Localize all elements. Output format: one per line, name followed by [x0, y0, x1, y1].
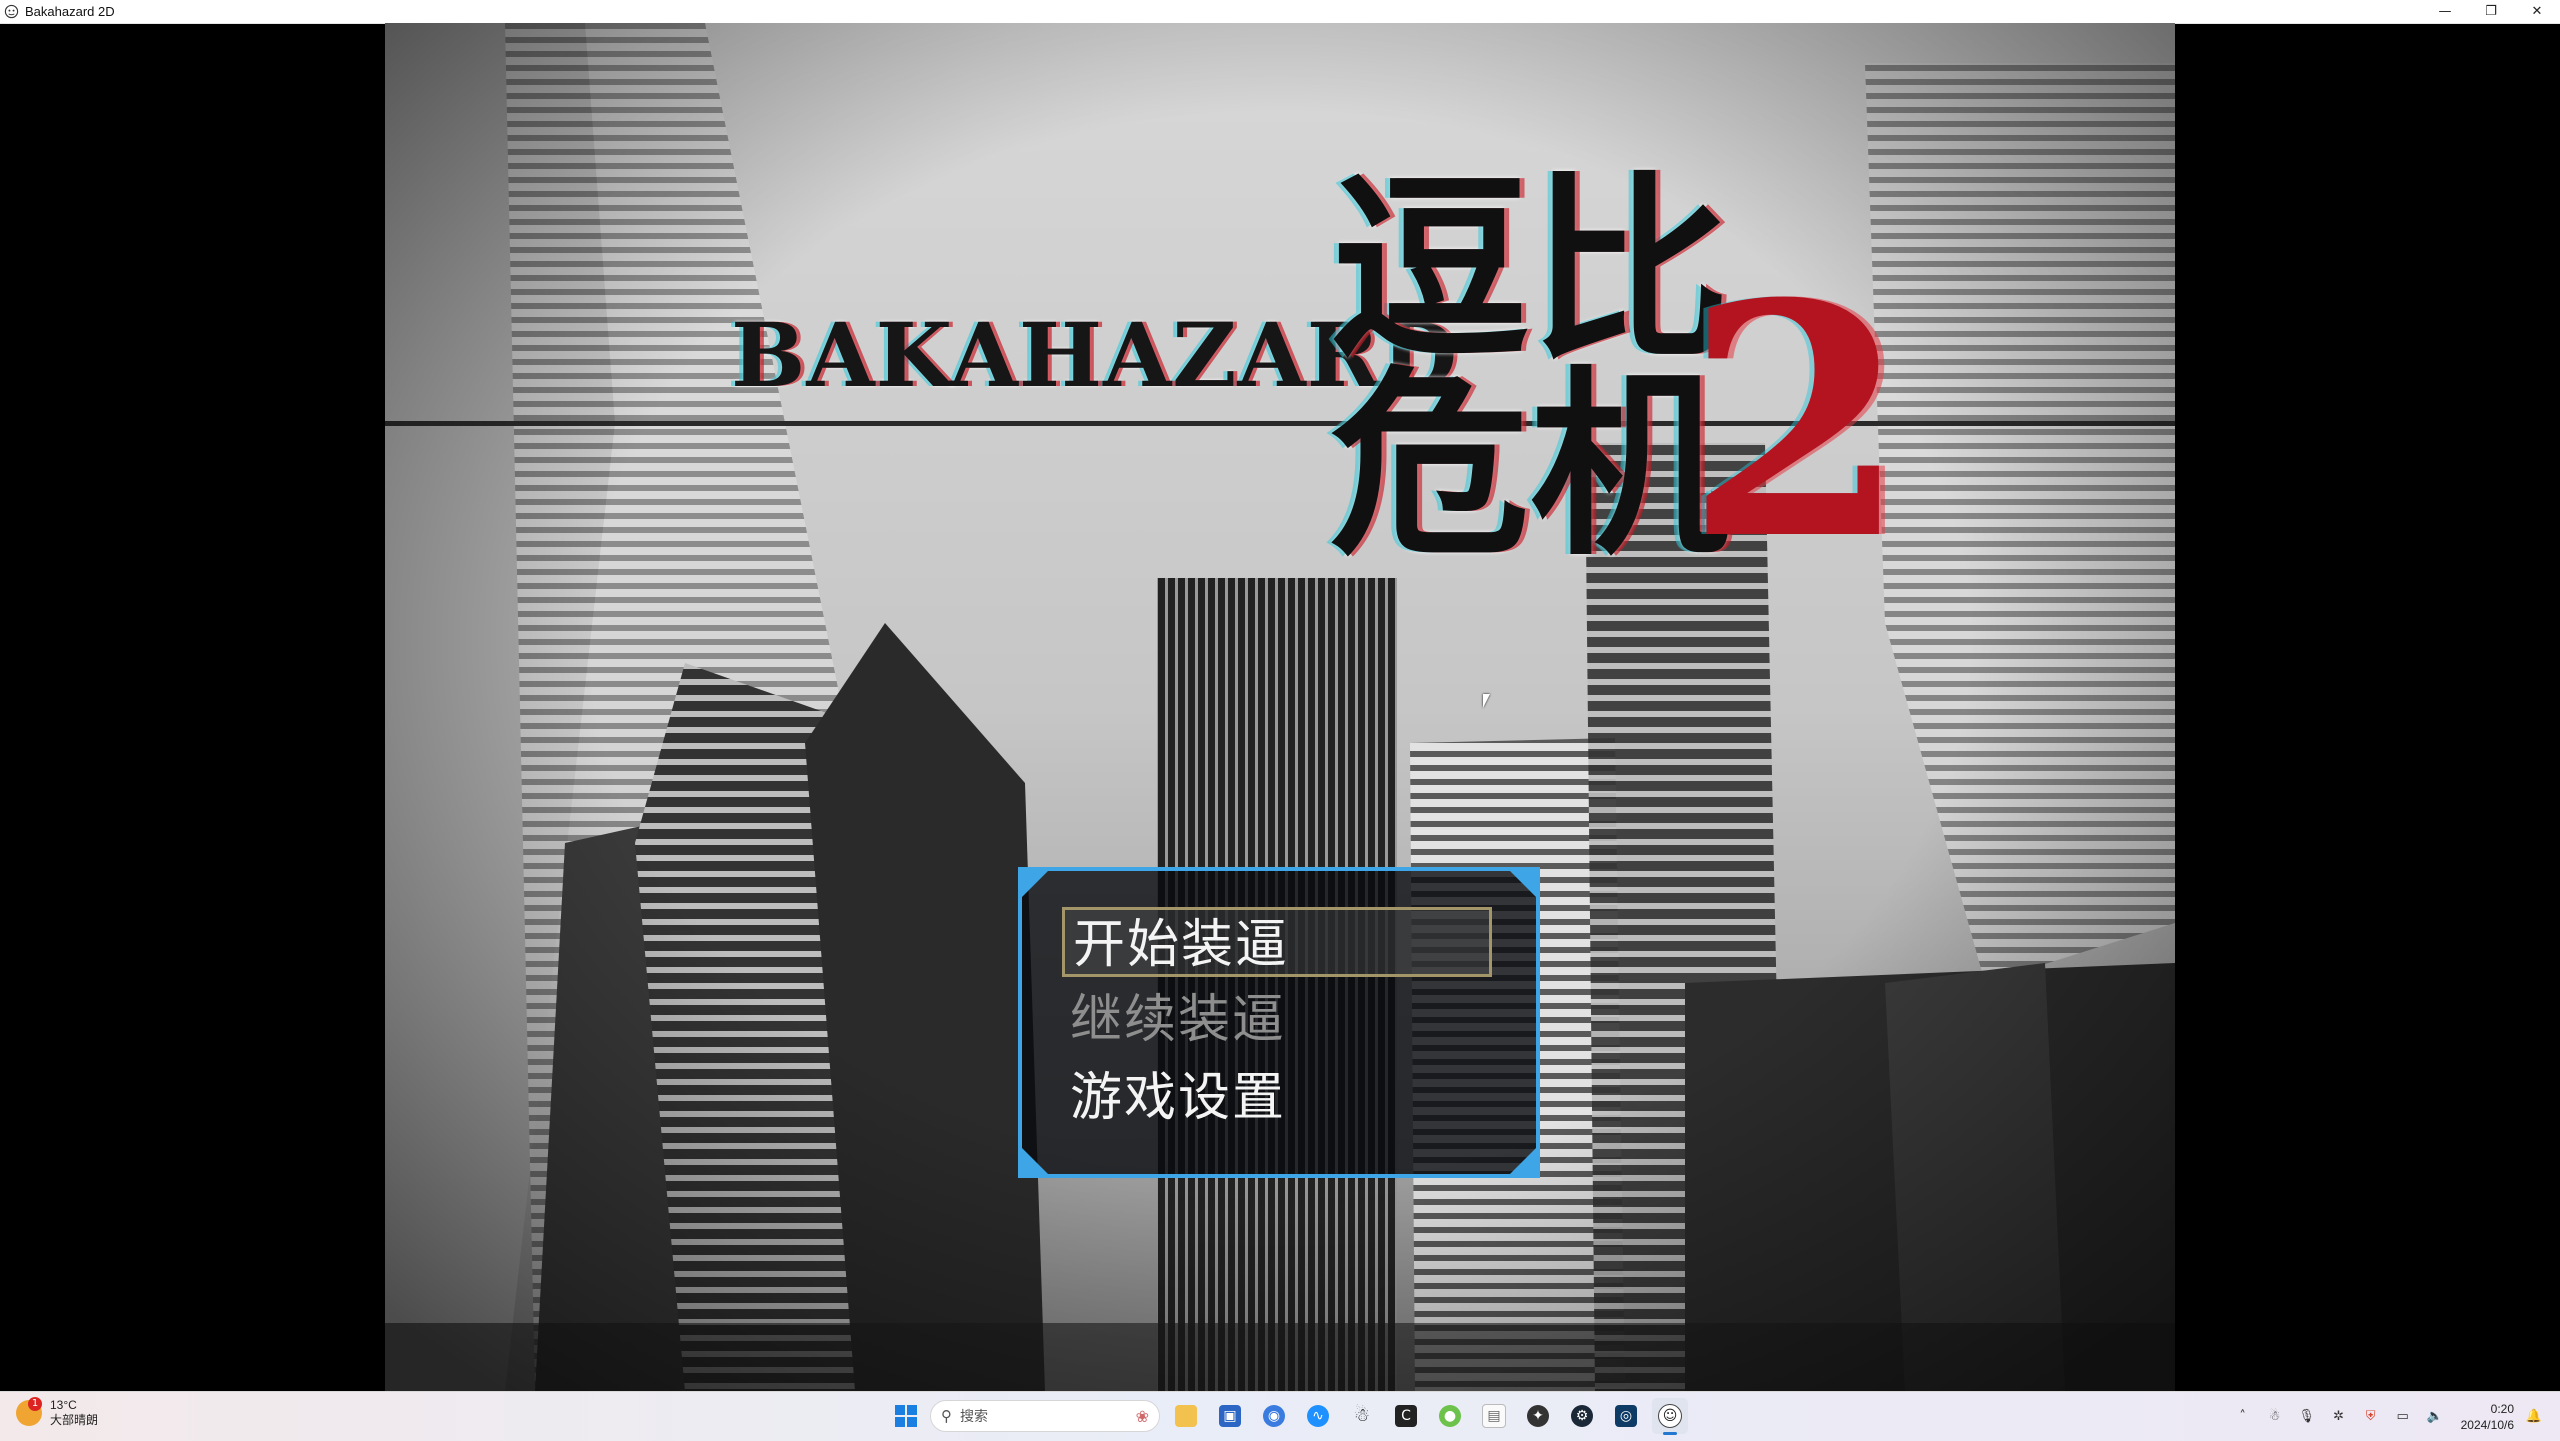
store-icon: ▣: [1219, 1405, 1241, 1427]
document-icon: ▤: [1482, 1404, 1506, 1428]
app-dark-button[interactable]: ✦: [1520, 1398, 1556, 1434]
notification-bell-icon[interactable]: 🔔: [2522, 1405, 2546, 1429]
logo-number: 2: [1685, 235, 1908, 610]
app-c-button[interactable]: C: [1388, 1398, 1424, 1434]
bakahazard-taskbar-button[interactable]: ☺: [1652, 1398, 1688, 1435]
folder-icon: [1175, 1405, 1197, 1427]
weather-condition: 大部晴朗: [50, 1413, 99, 1427]
menu-corner: [1510, 871, 1536, 897]
search-icon: ⚲: [941, 1407, 952, 1425]
mouse-cursor: [1483, 694, 1490, 708]
volume-icon[interactable]: 🔈: [2423, 1405, 2447, 1429]
dark-app-icon: ✦: [1527, 1405, 1549, 1427]
file-button[interactable]: ▤: [1476, 1398, 1512, 1434]
windows-icon: [895, 1405, 917, 1427]
weather-widget[interactable]: 1 13°C 大部晴朗: [16, 1397, 99, 1428]
file-explorer-button[interactable]: [1168, 1398, 1204, 1434]
security-tray-icon[interactable]: ⛨: [2359, 1405, 2383, 1429]
game-viewport[interactable]: BAKAHAZARD 逗比危机 2 开始装逼 继续装逼 游戏设置: [385, 23, 2175, 1391]
title-menu: 开始装逼 继续装逼 游戏设置: [1018, 867, 1540, 1178]
browser-button[interactable]: ◉: [1256, 1398, 1292, 1434]
system-tray: ˄ ☃ 🎙 ✲ ⛨ ▭ 🔈 0:20 2024/10/6 🔔: [2223, 1392, 2546, 1441]
settings-tray-icon[interactable]: ✲: [2327, 1405, 2351, 1429]
menu-item-settings[interactable]: 游戏设置: [1062, 1063, 1492, 1133]
wave-app-icon: ∿: [1307, 1405, 1329, 1427]
weather-temperature: 13°C: [50, 1398, 77, 1412]
menu-corner: [1022, 1148, 1048, 1174]
browser-icon: ◉: [1263, 1405, 1285, 1427]
menu-corner: [1022, 871, 1048, 897]
network-icon[interactable]: ▭: [2391, 1405, 2415, 1429]
sun-icon: 1: [16, 1397, 42, 1426]
minimize-button[interactable]: —: [2422, 0, 2468, 23]
steam-icon: ⚙: [1571, 1405, 1593, 1427]
search-highlight-icon: ❀: [1135, 1406, 1149, 1426]
c-app-icon: C: [1395, 1405, 1417, 1427]
close-button[interactable]: ✕: [2514, 0, 2560, 23]
app-icon: [4, 4, 19, 19]
chevron-up-icon[interactable]: ˄: [2231, 1405, 2255, 1429]
app-button[interactable]: ∿: [1300, 1398, 1336, 1434]
menu-item-continue[interactable]: 继续装逼: [1062, 985, 1492, 1055]
store-button[interactable]: ▣: [1212, 1398, 1248, 1434]
restore-button[interactable]: ❐: [2468, 0, 2514, 23]
app-blue-button[interactable]: ◎: [1608, 1398, 1644, 1434]
notification-badge: 1: [28, 1397, 42, 1411]
menu-item-start[interactable]: 开始装逼: [1062, 907, 1492, 977]
city-background: [385, 23, 2175, 1391]
window-title: Bakahazard 2D: [25, 4, 115, 19]
clock-time: 0:20: [2490, 1401, 2514, 1416]
qq-tray-icon[interactable]: ☃: [2263, 1405, 2287, 1429]
bakahazard-icon: ☺: [1658, 1404, 1682, 1428]
taskbar-clock[interactable]: 0:20 2024/10/6: [2461, 1401, 2514, 1433]
penguin-icon: ☃: [1353, 1405, 1371, 1426]
active-indicator: [1663, 1432, 1677, 1435]
taskbar-search[interactable]: ⚲ 搜索 ❀: [930, 1400, 1160, 1432]
steam-button[interactable]: ⚙: [1564, 1398, 1600, 1434]
microphone-icon[interactable]: 🎙: [2295, 1405, 2319, 1429]
window-titlebar: Bakahazard 2D — ❐ ✕: [0, 0, 2560, 24]
app-green-button[interactable]: ●: [1432, 1398, 1468, 1434]
menu-corner: [1510, 1148, 1536, 1174]
clock-date: 2024/10/6: [2460, 1417, 2514, 1432]
taskbar: 1 13°C 大部晴朗 ⚲ 搜索 ❀ ▣ ◉ ∿ ☃ C ● ▤ ✦ ⚙ ◎ ☺: [0, 1391, 2560, 1441]
start-button[interactable]: [888, 1398, 924, 1434]
green-app-icon: ●: [1439, 1405, 1461, 1427]
qq-button[interactable]: ☃: [1344, 1398, 1380, 1434]
blue-app-icon: ◎: [1615, 1405, 1637, 1427]
search-placeholder: 搜索: [960, 1409, 988, 1425]
